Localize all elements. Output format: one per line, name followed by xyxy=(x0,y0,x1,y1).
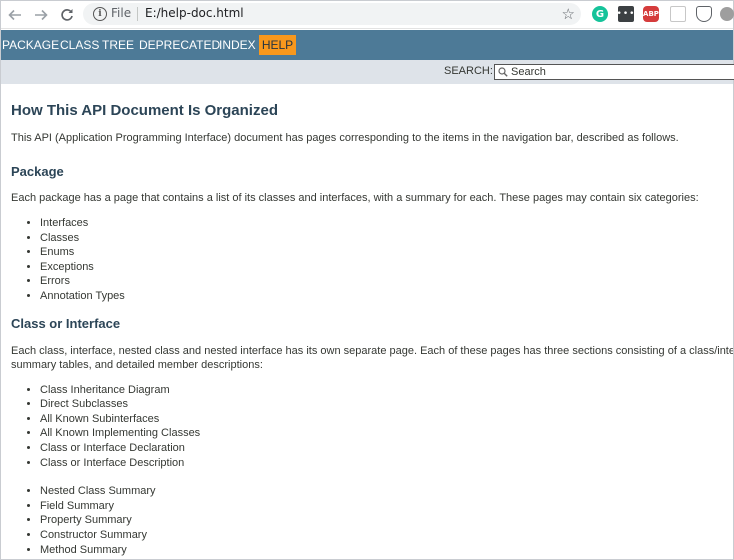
class-section-list: Class Inheritance Diagram Direct Subclas… xyxy=(40,383,733,471)
browser-toolbar: i File E:/help-doc.html ☆ G ••• ABP xyxy=(1,1,734,29)
info-icon[interactable]: i xyxy=(93,7,107,21)
list-item: Property Summary xyxy=(40,513,733,528)
page-extension-icon[interactable] xyxy=(670,6,686,22)
list-item: Class or Interface Declaration xyxy=(40,441,733,456)
address-separator xyxy=(137,7,138,21)
reload-icon xyxy=(61,9,73,21)
package-category-list: Interfaces Classes Enums Exceptions Erro… xyxy=(40,216,733,304)
dots-extension-label: ••• xyxy=(616,8,636,19)
arrow-right-icon xyxy=(35,9,48,21)
profile-avatar-icon[interactable] xyxy=(720,7,734,21)
search-icon xyxy=(498,67,508,77)
search-box[interactable] xyxy=(494,64,734,80)
list-item: Interfaces xyxy=(40,216,733,231)
search-input[interactable] xyxy=(511,65,731,79)
package-heading: Package xyxy=(11,164,64,179)
list-item: Annotation Types xyxy=(40,289,733,304)
adblock-extension-icon[interactable]: ABP xyxy=(643,6,659,22)
list-item: Direct Subclasses xyxy=(40,397,733,412)
search-label: SEARCH: xyxy=(444,65,493,77)
nav-deprecated[interactable]: DEPRECATED xyxy=(139,38,220,52)
back-button[interactable] xyxy=(5,5,25,25)
scheme-label: File xyxy=(111,6,132,20)
bookmark-star-icon[interactable]: ☆ xyxy=(562,5,575,23)
sub-nav-bar: SEARCH: xyxy=(1,60,734,84)
class-or-interface-heading: Class or Interface xyxy=(11,315,121,331)
nav-tree[interactable]: TREE xyxy=(102,38,134,52)
list-item: All Known Subinterfaces xyxy=(40,412,733,427)
nav-help-active[interactable]: HELP xyxy=(259,35,296,55)
list-item: Method Summary xyxy=(40,543,733,558)
list-item: Enums xyxy=(40,245,733,260)
list-item: Class or Interface Description xyxy=(40,456,733,471)
reload-button[interactable] xyxy=(57,5,77,25)
address-bar[interactable]: i File E:/help-doc.html ☆ xyxy=(83,3,581,25)
class-description-line1: Each class, interface, nested class and … xyxy=(11,344,733,357)
list-item: Classes xyxy=(40,231,733,246)
list-item: Errors xyxy=(40,274,733,289)
nav-package[interactable]: PACKAGE xyxy=(2,38,59,52)
forward-button[interactable] xyxy=(31,5,51,25)
nav-class[interactable]: CLASS xyxy=(60,38,99,52)
help-content: How This API Document Is Organized This … xyxy=(11,101,733,557)
list-item: Class Inheritance Diagram xyxy=(40,383,733,398)
member-summary-list: Nested Class Summary Field Summary Prope… xyxy=(40,484,733,557)
top-nav-bar: PACKAGE CLASS TREE DEPRECATED INDEX HELP xyxy=(1,30,733,60)
package-description: Each package has a page that contains a … xyxy=(11,192,699,204)
page-title: How This API Document Is Organized xyxy=(11,102,278,119)
list-item: Field Summary xyxy=(40,499,733,514)
arrow-left-icon xyxy=(8,9,21,21)
dots-extension-icon[interactable]: ••• xyxy=(616,6,636,22)
class-description-line2: summary tables, and detailed member desc… xyxy=(11,358,263,371)
pocket-extension-icon[interactable] xyxy=(696,6,712,22)
url-text[interactable]: E:/help-doc.html xyxy=(145,6,244,20)
intro-text: This API (Application Programming Interf… xyxy=(11,132,679,144)
nav-index[interactable]: INDEX xyxy=(219,38,256,52)
list-item: All Known Implementing Classes xyxy=(40,426,733,441)
list-item: Exceptions xyxy=(40,260,733,275)
grammarly-extension-icon[interactable]: G xyxy=(592,6,608,22)
list-item: Constructor Summary xyxy=(40,528,733,543)
list-item: Nested Class Summary xyxy=(40,484,733,499)
